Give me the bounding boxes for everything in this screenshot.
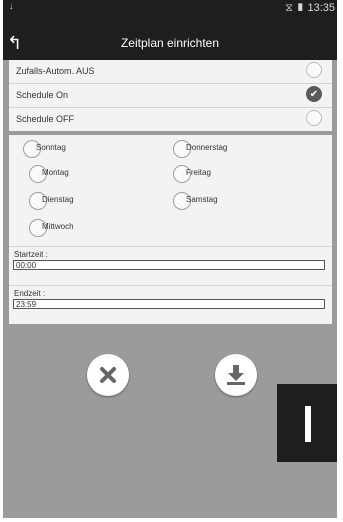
mode-option-schedule-off[interactable]: Schedule OFF (9, 108, 332, 131)
start-time-label: Startzeit : (14, 250, 48, 259)
radio-button[interactable] (306, 110, 322, 126)
battery-icon: ▮ (296, 2, 305, 14)
day-label: Dienstag (42, 195, 74, 204)
hourglass-icon: ⧖ (285, 2, 293, 14)
status-right: ⧖ ▮ 13:35 (285, 2, 335, 15)
status-time: 13:35 (307, 2, 335, 14)
day-label: Mittwoch (42, 222, 74, 231)
end-time-input[interactable]: 23:59 (13, 299, 325, 309)
mode-label: Zufalls-Autom. AUS (16, 66, 95, 76)
cancel-button[interactable] (87, 354, 129, 396)
page-title: Zeitplan einrichten (120, 36, 220, 50)
mode-label: Schedule On (16, 90, 69, 100)
checked-radio-icon[interactable]: ✔ (306, 86, 322, 102)
text-cursor-icon (305, 406, 311, 442)
mode-option-random-off[interactable]: Zufalls-Autom. AUS (9, 60, 332, 84)
end-time-field: Endzeit : 23:59 (9, 285, 332, 324)
phone-screen: ↓ ⧖ ▮ 13:35 ↰ Zeitplan einrichten Zufall… (3, 0, 337, 518)
weekday-selector: Sonntag Donnerstag Montag Freitag Dienst… (9, 135, 332, 246)
close-icon (100, 367, 116, 383)
signal-icon: ↓ (9, 1, 14, 11)
mode-label: Schedule OFF (16, 114, 75, 124)
start-time-field: Startzeit : 00:00 (9, 246, 332, 285)
day-label: Sonntag (36, 143, 66, 152)
cursor-overlay (277, 384, 337, 462)
schedule-form: Zufalls-Autom. AUS Schedule On ✔ Schedul… (9, 60, 332, 324)
start-time-input[interactable]: 00:00 (13, 260, 325, 270)
status-bar: ↓ ⧖ ▮ 13:35 (3, 0, 337, 27)
mode-option-schedule-on[interactable]: Schedule On ✔ (9, 84, 332, 108)
download-icon (227, 365, 245, 385)
day-label: Samstag (186, 195, 218, 204)
app-header: ↰ Zeitplan einrichten (3, 27, 337, 60)
save-button[interactable] (215, 354, 257, 396)
day-label: Montag (42, 168, 69, 177)
day-label: Freitag (186, 168, 211, 177)
day-label: Donnerstag (186, 143, 228, 152)
end-time-label: Endzeit : (14, 289, 46, 298)
radio-button[interactable] (306, 62, 322, 78)
